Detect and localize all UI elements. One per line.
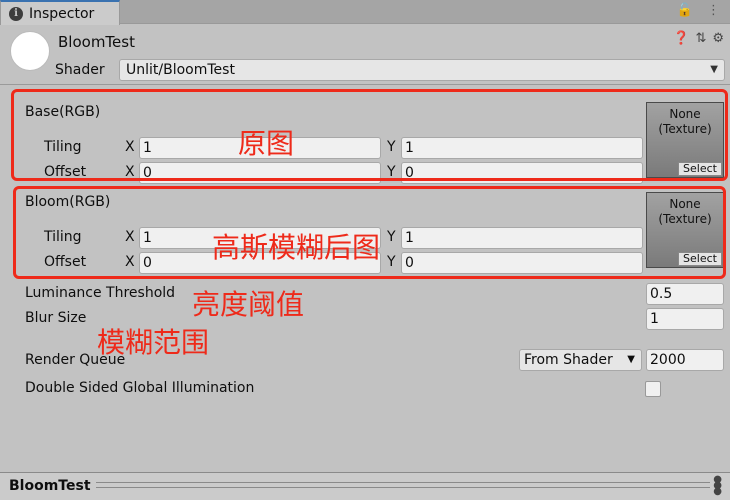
- preset-icon[interactable]: ⇅: [695, 31, 706, 46]
- annotation-box-base: [11, 89, 728, 181]
- lock-icon[interactable]: 🔓: [677, 3, 693, 18]
- preview-footer: BloomTest ● ● ●: [0, 472, 730, 500]
- material-name: BloomTest: [58, 33, 135, 51]
- double-sided-gi-label: Double Sided Global Illumination: [25, 380, 255, 396]
- footer-material-name: BloomTest: [9, 478, 91, 494]
- annotation-base-text: 原图: [238, 127, 295, 160]
- double-sided-gi-checkbox[interactable]: [645, 381, 661, 397]
- tab-inspector[interactable]: i Inspector: [0, 0, 120, 25]
- blur-size-label: Blur Size: [25, 310, 87, 326]
- help-icon[interactable]: ❓: [673, 31, 689, 46]
- gear-icon[interactable]: ⚙: [712, 31, 724, 46]
- shader-value: Unlit/BloomTest: [126, 62, 235, 78]
- tab-title: Inspector: [29, 5, 95, 22]
- preview-drag-handle[interactable]: [96, 482, 710, 488]
- annotation-bloom-text: 高斯模糊后图: [212, 231, 381, 264]
- annotation-luminance-text: 亮度阈值: [192, 288, 305, 321]
- chevron-down-icon: ▼: [710, 64, 718, 75]
- luminance-threshold-field[interactable]: 0.5: [646, 283, 724, 305]
- material-header: BloomTest ❓ ⇅ ⚙ Shader Unlit/BloomTest ▼: [0, 25, 730, 85]
- blur-size-field[interactable]: 1: [646, 308, 724, 330]
- render-queue-field[interactable]: 2000: [646, 349, 724, 371]
- material-preview-sphere: [10, 31, 50, 71]
- info-icon: i: [9, 6, 23, 21]
- tab-bar: i Inspector 🔓 ⋮: [0, 0, 730, 25]
- shader-label: Shader: [55, 62, 105, 78]
- annotation-blur-text: 模糊范围: [97, 326, 210, 359]
- render-queue-mode-value: From Shader: [524, 352, 613, 368]
- render-queue-mode-dropdown[interactable]: From Shader ▼: [519, 349, 642, 371]
- kebab-menu-icon[interactable]: ⋮: [707, 3, 720, 18]
- luminance-threshold-label: Luminance Threshold: [25, 285, 176, 301]
- shader-dropdown[interactable]: Unlit/BloomTest ▼: [119, 59, 725, 81]
- kebab-menu-icon[interactable]: ● ● ●: [713, 475, 722, 497]
- chevron-down-icon: ▼: [627, 354, 635, 365]
